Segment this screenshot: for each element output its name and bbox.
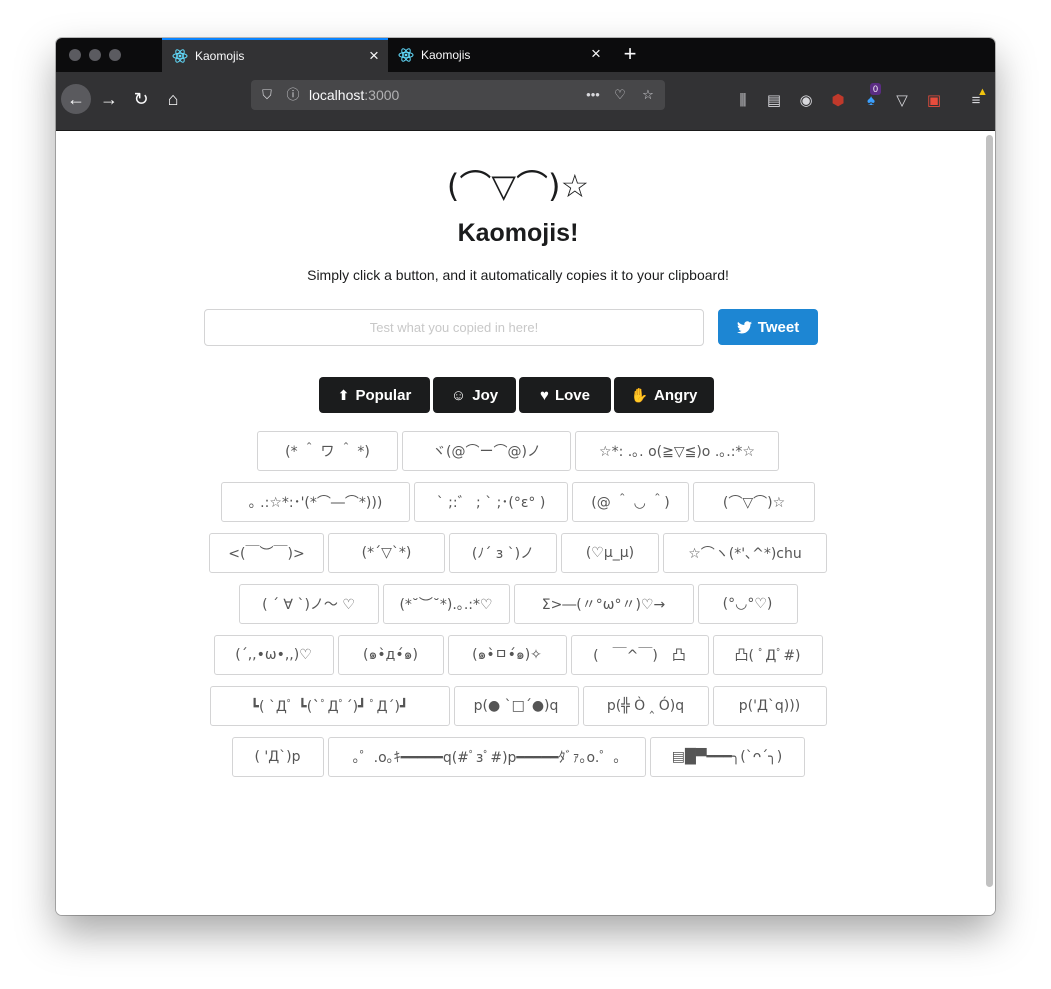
category-label: Popular	[355, 386, 412, 404]
kaomoji-button[interactable]: <(￣︶￣)>	[209, 533, 324, 573]
category-label: Love	[554, 386, 590, 404]
kaomoji-button[interactable]: (ﾉ´ з `)ノ	[449, 533, 557, 573]
kaomoji-row: ┗( `Дﾟ ┗(`ﾟДﾟ´)┛ ﾟД´)┛ p(● `□´●)q p(╬ Ò …	[56, 686, 980, 726]
kaomoji-button[interactable]: (♡μ_μ)	[561, 533, 659, 573]
arrow-up-circle-icon: ⬆	[337, 386, 350, 403]
tab-title: Kaomojis	[421, 48, 471, 62]
page-content: (⌒▽⌒)☆ Kaomojis! Simply click a button, …	[56, 131, 995, 915]
ublock-icon[interactable]: ⬢	[828, 91, 848, 111]
category-buttons: ⬆ Popular ☺ Joy ♥ Love ✋ Angry	[319, 377, 714, 413]
scrollbar[interactable]	[986, 135, 993, 887]
kaomoji-button[interactable]: ( ￣^￣) 凸	[570, 635, 709, 675]
kaomoji-button[interactable]: (@ ＾ ◡ ＾)	[572, 482, 689, 522]
hero-kaomoji: (⌒▽⌒)☆	[446, 167, 590, 205]
test-input[interactable]	[204, 309, 704, 346]
kaomoji-button[interactable]: p(╬ Ò ‸ Ó)q	[582, 686, 709, 726]
kaomoji-button[interactable]: ▤█▀━━━╮(`ᴖ´╮)	[649, 737, 805, 777]
kaomoji-row: (´,,•ω•,,)♡ (๑•̀д•́๑) (๑•̀ㅁ•́๑)✧ ( ￣^￣) …	[56, 635, 980, 675]
kaomoji-row: ｡ .:☆*:･'(*⌒―⌒*))) ` ;:゛ ; ` ;･(°ε° ) (@…	[56, 482, 980, 522]
account-icon[interactable]: ◉	[796, 91, 816, 111]
react-icon	[398, 47, 414, 63]
minimize-window-icon[interactable]	[89, 49, 101, 61]
kaomoji-button[interactable]: ` ;:゛ ; ` ;･(°ε° )	[414, 482, 568, 522]
page-subtitle: Simply click a button, and it automatica…	[307, 267, 729, 283]
thumbs-down-icon: ✋	[630, 386, 649, 403]
kaomoji-button[interactable]: ☆*: .｡. o(≧▽≦)o .｡.:*☆	[575, 431, 779, 471]
category-joy-button[interactable]: ☺ Joy	[433, 377, 516, 413]
kaomoji-button[interactable]: ヾ(@⌒ー⌒@)ノ	[402, 431, 571, 471]
warning-icon: ▲	[977, 86, 988, 98]
tweet-button[interactable]: Tweet	[718, 309, 818, 345]
tweet-label: Tweet	[757, 318, 800, 336]
back-arrow-icon[interactable]: ←	[61, 84, 91, 114]
kaomoji-button[interactable]: (*´▽`*)	[328, 533, 445, 573]
kaomoji-button[interactable]: (* ＾ ワ ＾ *)	[257, 431, 398, 471]
browser-window: Kaomojis × Kaomojis × + ← → ↻ ⌂ ⛉ ⓘ loca…	[56, 38, 995, 915]
category-angry-button[interactable]: ✋ Angry	[614, 377, 714, 413]
close-tab-icon[interactable]: ×	[366, 47, 382, 64]
kaomoji-button[interactable]: Σ>―(〃°ω°〃)♡→	[513, 584, 694, 624]
kaomoji-button[interactable]: ｡ .:☆*:･'(*⌒―⌒*)))	[221, 482, 410, 522]
library-icon[interactable]: ⫼	[733, 91, 753, 111]
kaomoji-button[interactable]: p(● `□´●)q	[453, 686, 579, 726]
window-controls	[69, 49, 121, 61]
heart-icon: ♥	[540, 386, 549, 404]
extension-red-icon[interactable]: ▣	[924, 91, 944, 111]
close-tab-icon[interactable]: ×	[588, 45, 604, 62]
address-bar[interactable]: ⛉ ⓘ localhost:3000 ••• ♡ ☆	[251, 80, 665, 110]
kaomoji-button[interactable]: ☆⌒ヽ(*'､^*)chu	[663, 533, 827, 573]
kaomoji-button[interactable]: ┗( `Дﾟ ┗(`ﾟДﾟ´)┛ ﾟД´)┛	[209, 686, 450, 726]
new-tab-icon[interactable]: +	[618, 43, 642, 65]
kaomoji-button[interactable]: ( ´ ∀ `)ノ～ ♡	[238, 584, 379, 624]
kaomoji-button[interactable]: p('Д`q)))	[712, 686, 827, 726]
url-port: :3000	[364, 87, 400, 103]
kaomoji-button[interactable]: (´,,•ω•,,)♡	[213, 635, 334, 675]
sidebar-icon[interactable]: ▤	[764, 91, 784, 111]
home-icon[interactable]: ⌂	[158, 84, 188, 114]
tab-bar: Kaomojis × Kaomojis × +	[56, 38, 995, 72]
kaomoji-row: ( ´ ∀ `)ノ～ ♡ (*˘︶˘*).｡.:*♡ Σ>―(〃°ω°〃)♡→ …	[56, 584, 980, 624]
more-actions-icon[interactable]: •••	[585, 87, 601, 103]
react-icon	[172, 48, 188, 64]
kaomoji-button[interactable]: (°◡°♡)	[697, 584, 798, 624]
extension-badge: 0	[870, 83, 882, 95]
kaomoji-row: (* ＾ ワ ＾ *) ヾ(@⌒ー⌒@)ノ ☆*: .｡. o(≧▽≦)o .｡…	[56, 431, 980, 471]
pocket-icon[interactable]: ♡	[612, 87, 628, 103]
browser-tab[interactable]: Kaomojis ×	[388, 38, 610, 72]
bookmark-star-icon[interactable]: ☆	[640, 87, 656, 103]
category-label: Angry	[654, 386, 698, 404]
twitter-icon	[736, 320, 752, 333]
kaomoji-row: ( 'Д`)p ｡゜.o｡ｷ━━━━━q(#ﾟзﾟ#)p━━━━━ﾀﾞｧ｡o.゜…	[56, 737, 980, 777]
kaomoji-button[interactable]: (๑•̀д•́๑)	[337, 635, 444, 675]
reload-icon[interactable]: ↻	[126, 84, 156, 114]
tab-title: Kaomojis	[195, 49, 245, 63]
close-window-icon[interactable]	[69, 49, 81, 61]
smile-icon: ☺	[450, 386, 467, 404]
kaomoji-button[interactable]: ｡゜.o｡ｷ━━━━━q(#ﾟзﾟ#)p━━━━━ﾀﾞｧ｡o.゜｡	[327, 737, 646, 777]
category-label: Joy	[472, 386, 499, 404]
kaomoji-button[interactable]: 凸( ﾟДﾟ#)	[712, 635, 823, 675]
page-title: Kaomojis!	[457, 219, 579, 247]
shield-icon[interactable]: ⛉	[259, 87, 275, 103]
kaomoji-button[interactable]: (⌒▽⌒)☆	[693, 482, 815, 522]
forward-arrow-icon[interactable]: →	[94, 84, 124, 114]
kaomoji-button[interactable]: ( 'Д`)p	[231, 737, 324, 777]
kaomoji-row: <(￣︶￣)> (*´▽`*) (ﾉ´ з `)ノ (♡μ_μ) ☆⌒ヽ(*'､…	[56, 533, 980, 573]
kaomoji-button[interactable]: (*˘︶˘*).｡.:*♡	[382, 584, 510, 624]
browser-tab-active[interactable]: Kaomojis ×	[162, 38, 388, 72]
kaomoji-button[interactable]: (๑•̀ㅁ•́๑)✧	[447, 635, 567, 675]
category-love-button[interactable]: ♥ Love	[519, 377, 611, 413]
maximize-window-icon[interactable]	[109, 49, 121, 61]
category-popular-button[interactable]: ⬆ Popular	[319, 377, 430, 413]
nav-toolbar: ← → ↻ ⌂ ⛉ ⓘ localhost:3000 ••• ♡ ☆ ⫼ ▤ ◉…	[56, 72, 995, 131]
vue-devtools-icon[interactable]: ▽	[892, 91, 912, 111]
info-icon[interactable]: ⓘ	[285, 87, 301, 103]
url-host: localhost	[309, 87, 365, 103]
